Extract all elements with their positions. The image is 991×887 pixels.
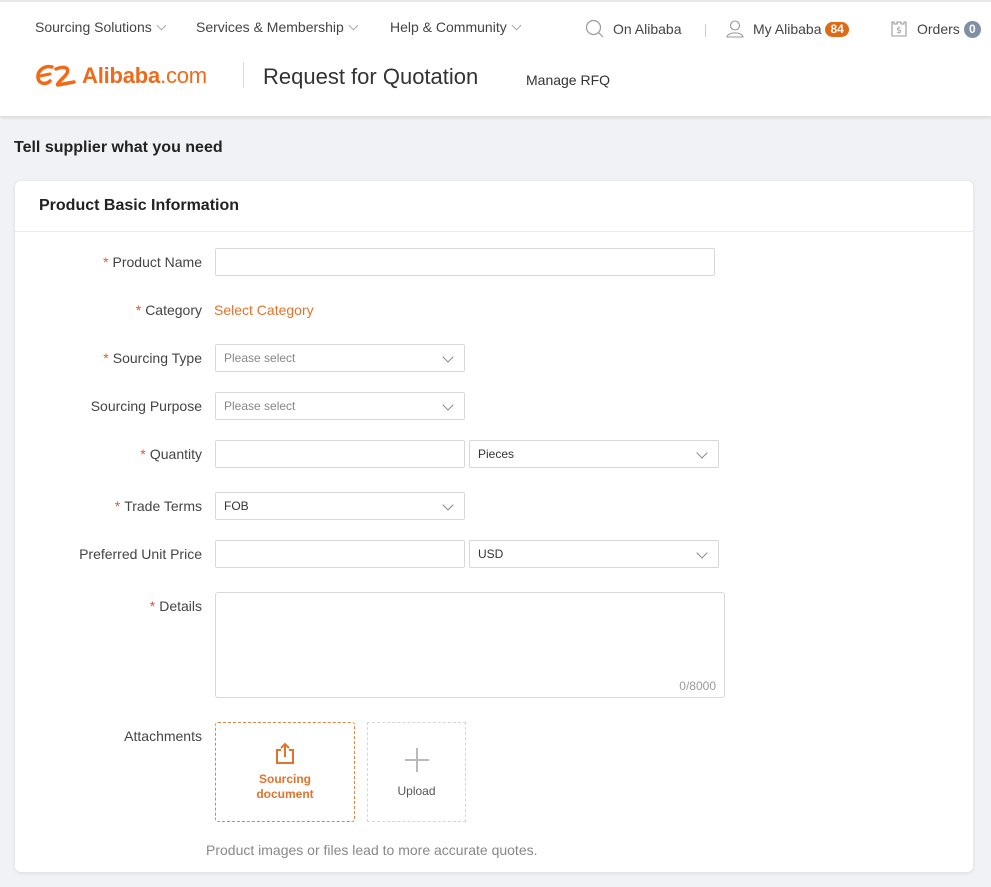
required-mark: * [140, 446, 146, 462]
orders-icon: $ [891, 21, 907, 37]
nav-label: Services & Membership [196, 19, 344, 35]
logo-text: Alibaba.com [82, 63, 207, 89]
sourcing-document-label: Sourcing document [256, 772, 313, 802]
select-value: Pieces [478, 447, 515, 461]
upload-share-icon [276, 742, 294, 764]
required-mark: * [114, 498, 121, 514]
chevron-down-icon [442, 399, 454, 411]
attachments-hint: Product images or files lead to more acc… [206, 842, 538, 858]
attachments-label: Attachments [124, 728, 202, 744]
divider [243, 62, 244, 88]
divider [705, 24, 706, 37]
nav-label: Help & Community [390, 19, 507, 35]
product-basic-info-card: Product Basic Information * Product Name … [15, 181, 973, 872]
select-value: USD [478, 547, 504, 561]
nav-services-membership[interactable]: Services & Membership [196, 19, 359, 35]
chevron-down-icon [696, 447, 708, 459]
trade-terms-select[interactable]: FOB [215, 492, 465, 520]
currency-select[interactable]: USD [469, 540, 719, 568]
required-mark: * [135, 302, 142, 318]
orders-label: Orders [917, 21, 960, 37]
chevron-down-icon [442, 351, 454, 363]
page-title: Request for Quotation [263, 64, 479, 89]
svg-text:$: $ [896, 26, 902, 36]
search-label: On Alibaba [613, 21, 682, 37]
sourcing-type-select[interactable]: Please select [215, 344, 465, 372]
alibaba-logo-icon [36, 64, 76, 87]
category-label: * Category [135, 302, 202, 318]
logo-word: Alibaba [82, 63, 161, 88]
search-icon [585, 19, 604, 38]
quantity-unit-select[interactable]: Pieces [469, 440, 719, 468]
user-icon [726, 20, 744, 38]
upload-button[interactable]: Upload [367, 722, 466, 822]
card-title: Product Basic Information [15, 181, 973, 232]
top-nav: Sourcing Solutions Services & Membership… [0, 19, 991, 43]
quantity-input[interactable] [215, 440, 465, 468]
unit-price-input[interactable] [215, 540, 465, 568]
plus-icon [404, 748, 429, 772]
nav-label: Sourcing Solutions [35, 19, 152, 35]
details-textarea-wrapper: 0/8000 [215, 592, 725, 698]
sourcing-document-button[interactable]: Sourcing document [215, 722, 355, 822]
details-textarea[interactable] [216, 593, 724, 697]
chevron-down-icon [156, 20, 167, 30]
sourcing-purpose-label: Sourcing Purpose [90, 398, 202, 414]
select-placeholder: Please select [224, 399, 296, 413]
label-line-1: Sourcing [258, 772, 311, 786]
logo-domain: .com [160, 63, 207, 88]
required-mark: * [103, 254, 109, 270]
my-alibaba-label: My Alibaba [753, 21, 822, 37]
section-title: Tell supplier what you need [14, 139, 223, 156]
chevron-down-icon [696, 547, 708, 559]
select-placeholder: Please select [224, 351, 296, 365]
select-value: FOB [224, 499, 249, 513]
nav-sourcing-solutions[interactable]: Sourcing Solutions [35, 19, 167, 35]
unit-price-label: Preferred Unit Price [79, 546, 202, 562]
quantity-label: * Quantity [140, 446, 202, 462]
chevron-down-icon [511, 20, 522, 30]
chevron-down-icon [442, 499, 454, 511]
label-line-2: document [256, 787, 314, 801]
sourcing-type-label: * Sourcing Type [103, 350, 202, 366]
sourcing-purpose-select[interactable]: Please select [215, 392, 465, 420]
manage-rfq-link[interactable]: Manage RFQ [526, 72, 610, 88]
character-counter: 0/8000 [679, 679, 716, 693]
required-mark: * [149, 598, 156, 614]
select-category-link[interactable]: Select Category [214, 302, 314, 318]
required-mark: * [103, 350, 109, 366]
upload-label: Upload [397, 784, 436, 798]
chevron-down-icon [348, 20, 359, 30]
orders-menu[interactable]: $ Orders 0 [889, 19, 981, 39]
details-label: * Details [149, 598, 202, 614]
message-count-badge: 84 [825, 21, 849, 37]
orders-count-badge: 0 [963, 20, 981, 38]
nav-help-community[interactable]: Help & Community [390, 19, 522, 35]
my-alibaba-menu[interactable]: My Alibaba 84 [725, 19, 849, 39]
product-name-input[interactable] [215, 248, 715, 276]
search-on-alibaba-button[interactable]: On Alibaba [585, 19, 682, 39]
alibaba-logo[interactable]: Alibaba.com [34, 60, 207, 92]
product-name-label: * Product Name [103, 254, 202, 270]
site-header: Sourcing Solutions Services & Membership… [0, 0, 991, 116]
trade-terms-label: * Trade Terms [114, 498, 202, 514]
